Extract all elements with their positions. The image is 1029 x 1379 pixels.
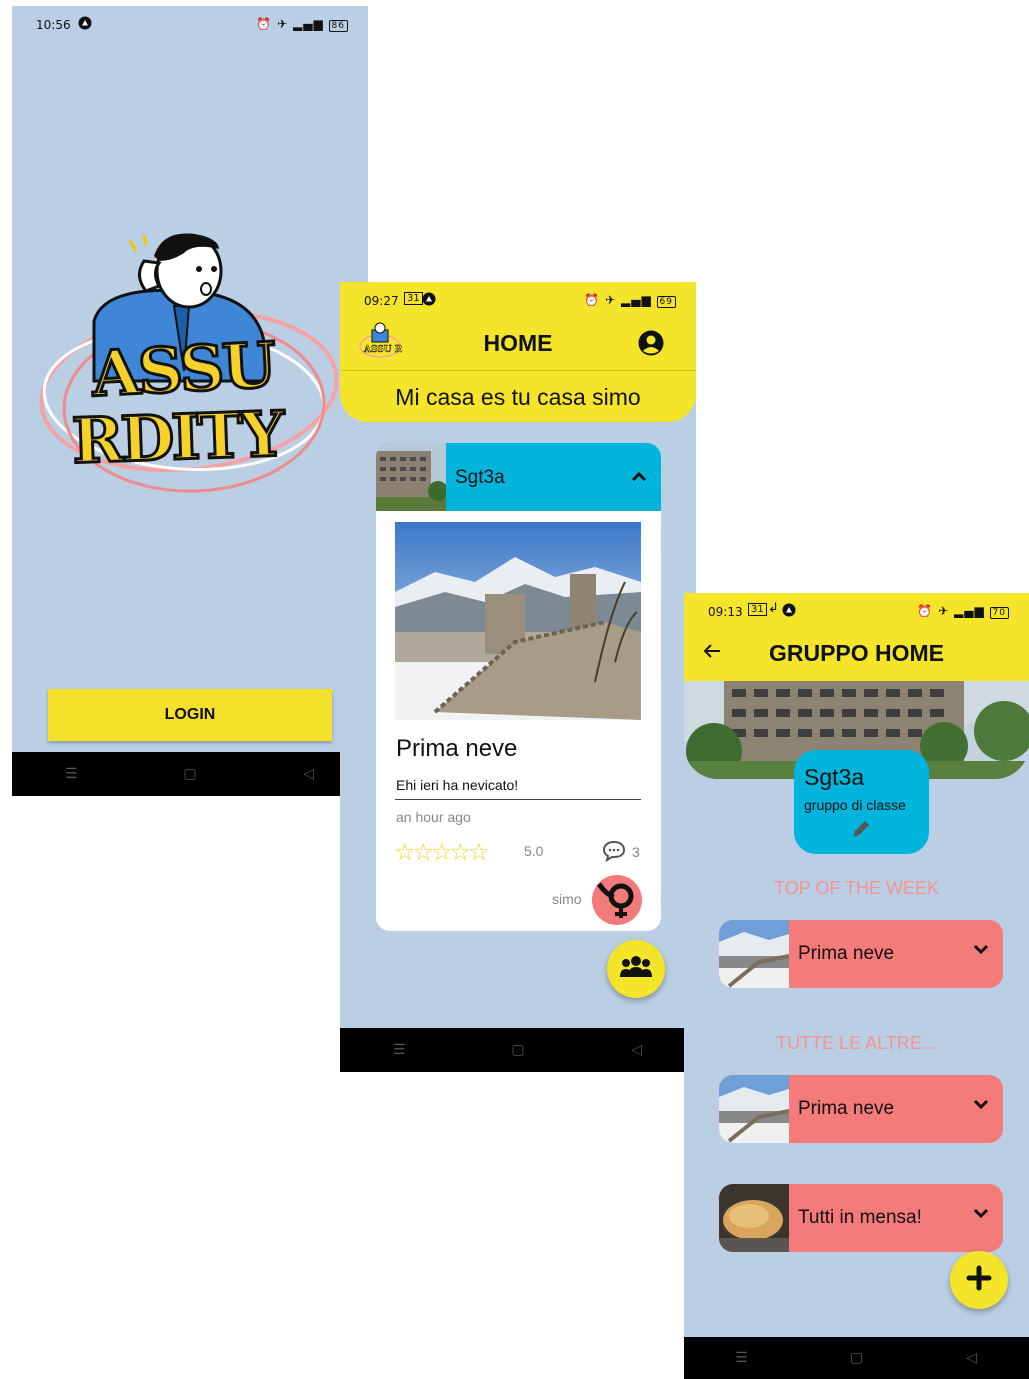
login-screen: 10:56 ⏰ ✈ ▂▄▆ 86 ASSU RDITY LOGIN ☰ ▢ ◁ (12, 6, 368, 796)
calendar-icon: 31 (404, 292, 423, 305)
post-item-label: Prima neve (798, 943, 895, 964)
chevron-down-icon[interactable] (973, 942, 989, 960)
back-nav-icon[interactable]: ◁ (289, 766, 329, 782)
home-header: 09:27 31 ⏰ ✈ ▂▄▆ 69 ASSU RDITY HOME Mi c… (340, 282, 696, 422)
comment-count: 3 (632, 844, 640, 860)
add-post-fab[interactable] (950, 1251, 1008, 1309)
post-divider (395, 799, 641, 800)
post-item-label: Prima neve (798, 1098, 895, 1119)
calendar-icon: 31 (748, 603, 767, 616)
menu-nav-icon[interactable]: ☰ (379, 1042, 419, 1058)
rating-value: 5.0 (524, 843, 544, 859)
group-card[interactable]: Sgt3a Prima neve Ehi ieri ha nevicato! a… (376, 443, 661, 931)
group-header: 09:13 31 ↲ ⏰ ✈ ▂▄▆ 70 GRUPPO HOME (684, 593, 1029, 681)
menu-nav-icon[interactable]: ☰ (722, 1350, 762, 1366)
star-rating[interactable]: ☆☆☆☆☆ (394, 838, 490, 866)
chevron-up-icon[interactable] (631, 469, 647, 487)
status-time: 10:56 (36, 18, 71, 32)
post-time: an hour ago (396, 809, 471, 825)
status-icons: ⏰ ✈ ▂▄▆ 70 (917, 604, 1009, 619)
account-icon[interactable] (638, 330, 664, 361)
post-thumbnail (719, 920, 790, 988)
edit-icon[interactable] (850, 818, 872, 845)
post-item-label: Tutti in mensa! (798, 1207, 922, 1228)
groups-fab[interactable] (607, 940, 665, 998)
chevron-down-icon[interactable] (973, 1097, 989, 1115)
battery-indicator: 86 (328, 20, 348, 32)
comment-icon[interactable] (602, 840, 626, 867)
logo-text-line2: RDITY (69, 396, 284, 479)
top-section-title: TOP OF THE WEEK (773, 878, 940, 898)
group-info-card[interactable]: Sgt3a gruppo di classe (794, 750, 929, 854)
others-section-title: TUTTE LE ALTRE... (776, 1033, 937, 1053)
notification-icon (782, 603, 796, 620)
home-nav-icon[interactable]: ▢ (498, 1042, 538, 1058)
group-card-header[interactable]: Sgt3a (376, 443, 661, 511)
author-avatar[interactable] (591, 874, 643, 931)
status-bar: 09:27 31 ⏰ ✈ ▂▄▆ 69 (340, 282, 696, 318)
header-divider (340, 370, 696, 371)
home-screen: 09:27 31 ⏰ ✈ ▂▄▆ 69 ASSU RDITY HOME Mi c… (340, 282, 696, 1072)
battery-indicator: 70 (989, 607, 1009, 619)
post-thumbnail (719, 1184, 789, 1252)
post-body: Ehi ieri ha nevicato! (396, 777, 519, 793)
menu-nav-icon[interactable]: ☰ (51, 766, 91, 782)
chevron-down-icon[interactable] (973, 1206, 989, 1224)
group-home-screen: 09:13 31 ↲ ⏰ ✈ ▂▄▆ 70 GRUPPO HOME Sgt3a … (684, 593, 1029, 1379)
top-post-item[interactable]: Prima neve (719, 920, 1003, 988)
status-icons: ⏰ ✈ ▂▄▆ 86 (256, 17, 348, 32)
page-title: GRUPPO HOME (768, 640, 945, 666)
back-nav-icon[interactable]: ◁ (952, 1350, 992, 1366)
post-title: Prima neve (396, 735, 518, 762)
group-name: Sgt3a (804, 764, 865, 790)
home-subtitle: Mi casa es tu casa simo (395, 384, 641, 410)
post-thumbnail (719, 1075, 790, 1143)
status-bar: 10:56 ⏰ ✈ ▂▄▆ 86 (12, 6, 368, 42)
status-time: 09:27 (364, 294, 399, 308)
system-nav-bar: ☰ ▢ ◁ (12, 752, 368, 796)
login-button[interactable]: LOGIN (48, 689, 332, 741)
group-thumbnail (376, 443, 448, 511)
status-icons: ⏰ ✈ ▂▄▆ 69 (584, 293, 676, 308)
home-nav-icon[interactable]: ▢ (837, 1350, 877, 1366)
battery-indicator: 69 (656, 296, 676, 308)
groups-icon (620, 955, 652, 984)
other-post-item[interactable]: Prima neve (719, 1075, 1003, 1143)
status-bar: 09:13 31 ↲ ⏰ ✈ ▂▄▆ 70 (684, 593, 1029, 629)
status-time: 09:13 (708, 605, 743, 619)
system-nav-bar: ☰ ▢ ◁ (684, 1337, 1029, 1379)
notification-icon (422, 292, 436, 309)
post-author: simo (552, 891, 582, 907)
notification-icon (78, 16, 92, 33)
group-card-name: Sgt3a (455, 467, 505, 488)
system-nav-bar: ☰ ▢ ◁ (340, 1028, 696, 1072)
back-nav-icon[interactable]: ◁ (617, 1042, 657, 1058)
post-image (395, 522, 641, 720)
group-description: gruppo di classe (804, 797, 906, 813)
home-nav-icon[interactable]: ▢ (170, 766, 210, 782)
plus-icon (966, 1265, 992, 1296)
other-post-item[interactable]: Tutti in mensa! (719, 1184, 1003, 1252)
missed-call-icon: ↲ (768, 601, 779, 616)
app-logo: ASSU RDITY (34, 231, 344, 501)
